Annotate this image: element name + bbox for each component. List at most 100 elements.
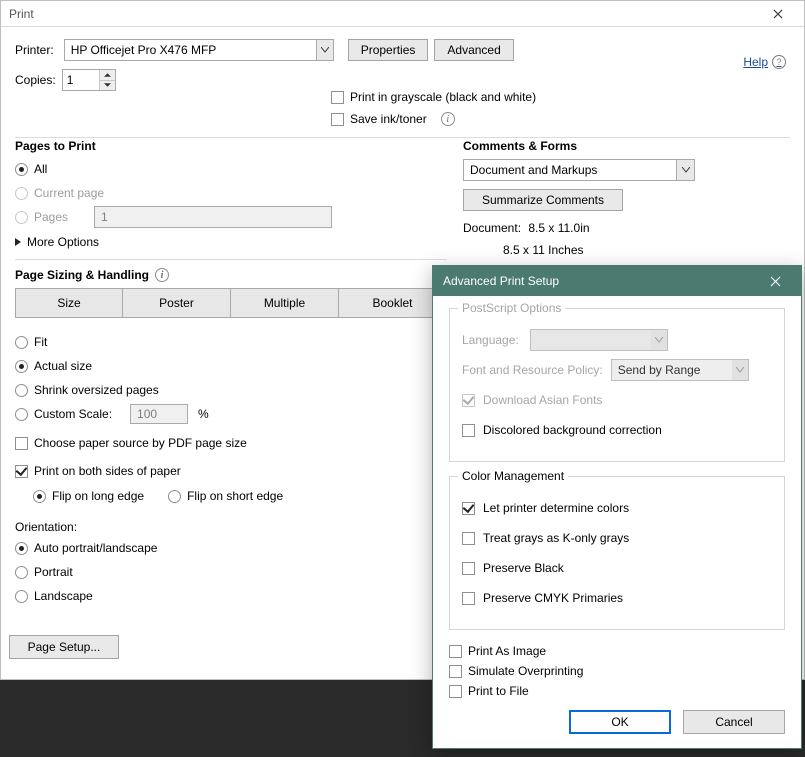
comments-select[interactable]: Document and Markups bbox=[463, 159, 695, 181]
flip-long-label: Flip on long edge bbox=[52, 489, 144, 503]
printer-dropdown-button[interactable] bbox=[316, 40, 333, 60]
comments-dropdown-button[interactable] bbox=[676, 160, 694, 180]
advanced-titlebar: Advanced Print Setup bbox=[433, 266, 801, 296]
ps-download-label: Download Asian Fonts bbox=[483, 393, 602, 407]
cm-let-checkbox[interactable] bbox=[462, 502, 475, 515]
custom-label: Custom Scale: bbox=[34, 407, 112, 421]
cm-cmyk-checkbox[interactable] bbox=[462, 592, 475, 605]
advanced-print-setup-dialog: Advanced Print Setup PostScript Options … bbox=[432, 265, 802, 749]
more-options-toggle[interactable]: More Options bbox=[15, 235, 447, 249]
close-icon bbox=[773, 9, 783, 19]
copies-spinner[interactable] bbox=[62, 69, 116, 91]
orient-auto-label: Auto portrait/landscape bbox=[34, 541, 157, 555]
postscript-options-legend: PostScript Options bbox=[458, 301, 565, 315]
orient-portrait-label: Portrait bbox=[34, 565, 73, 579]
orient-landscape-label: Landscape bbox=[34, 589, 93, 603]
copies-up-button[interactable] bbox=[100, 70, 115, 81]
cm-gray-checkbox[interactable] bbox=[462, 532, 475, 545]
flip-short-radio[interactable] bbox=[168, 490, 181, 503]
custom-scale-field[interactable] bbox=[130, 404, 188, 424]
close-icon bbox=[770, 276, 781, 287]
flip-long-radio[interactable] bbox=[33, 490, 46, 503]
pages-current-label: Current page bbox=[34, 186, 104, 200]
ps-font-select: Send by Range bbox=[611, 359, 749, 381]
pages-current-radio[interactable] bbox=[15, 187, 28, 200]
ok-button[interactable]: OK bbox=[569, 710, 671, 734]
print-file-checkbox[interactable] bbox=[449, 685, 462, 698]
seg-poster-button[interactable]: Poster bbox=[123, 288, 231, 318]
simulate-checkbox[interactable] bbox=[449, 665, 462, 678]
orientation-title: Orientation: bbox=[15, 520, 447, 534]
seg-multiple-button[interactable]: Multiple bbox=[231, 288, 339, 318]
advanced-close-button[interactable] bbox=[755, 267, 795, 295]
comments-value: Document and Markups bbox=[464, 163, 676, 177]
print-title: Print bbox=[9, 7, 34, 21]
seg-size-button[interactable]: Size bbox=[15, 288, 123, 318]
document-sub: 8.5 x 11 Inches bbox=[463, 243, 789, 257]
orient-landscape-radio[interactable] bbox=[15, 590, 28, 603]
grayscale-checkbox[interactable] bbox=[331, 91, 344, 104]
more-options-label: More Options bbox=[27, 235, 99, 249]
cm-gray-label: Treat grays as K-only grays bbox=[483, 531, 629, 545]
page-setup-button[interactable]: Page Setup... bbox=[9, 635, 119, 659]
pct-label: % bbox=[198, 407, 209, 421]
actual-radio[interactable] bbox=[15, 360, 28, 373]
copies-value[interactable] bbox=[63, 70, 99, 90]
sizing-info-icon[interactable]: i bbox=[155, 268, 169, 282]
advanced-title: Advanced Print Setup bbox=[443, 274, 559, 288]
orient-auto-radio[interactable] bbox=[15, 542, 28, 555]
actual-label: Actual size bbox=[34, 359, 92, 373]
saveink-info-icon[interactable]: i bbox=[441, 112, 455, 126]
print-close-button[interactable] bbox=[758, 3, 798, 25]
saveink-checkbox[interactable] bbox=[331, 113, 344, 126]
pages-to-print-title: Pages to Print bbox=[15, 139, 447, 153]
pages-all-radio[interactable] bbox=[15, 163, 28, 176]
orient-portrait-radio[interactable] bbox=[15, 566, 28, 579]
pages-range-label: Pages bbox=[34, 210, 68, 224]
help-icon: ? bbox=[772, 55, 786, 69]
advanced-button[interactable]: Advanced bbox=[434, 39, 513, 61]
seg-booklet-button[interactable]: Booklet bbox=[339, 288, 447, 318]
printer-select[interactable] bbox=[64, 39, 334, 61]
cm-cmyk-label: Preserve CMYK Primaries bbox=[483, 591, 623, 605]
cm-black-label: Preserve Black bbox=[483, 561, 564, 575]
help-link[interactable]: Help ? bbox=[743, 55, 786, 69]
chevron-down-icon bbox=[651, 330, 667, 350]
caret-right-icon bbox=[15, 238, 21, 246]
simulate-label: Simulate Overprinting bbox=[468, 664, 583, 678]
grayscale-label: Print in grayscale (black and white) bbox=[350, 90, 536, 104]
pages-range-field[interactable] bbox=[94, 206, 332, 228]
print-image-label: Print As Image bbox=[468, 644, 546, 658]
cm-black-checkbox[interactable] bbox=[462, 562, 475, 575]
copies-down-button[interactable] bbox=[100, 81, 115, 91]
ps-discolored-label: Discolored background correction bbox=[483, 423, 662, 437]
choose-paper-label: Choose paper source by PDF page size bbox=[34, 436, 247, 450]
shrink-radio[interactable] bbox=[15, 384, 28, 397]
print-titlebar: Print bbox=[1, 1, 804, 27]
choose-paper-checkbox[interactable] bbox=[15, 437, 28, 450]
printer-value[interactable] bbox=[65, 40, 316, 60]
both-sides-label: Print on both sides of paper bbox=[34, 464, 181, 478]
comments-title: Comments & Forms bbox=[463, 139, 789, 153]
print-image-checkbox[interactable] bbox=[449, 645, 462, 658]
ps-language-label: Language: bbox=[462, 333, 522, 347]
fit-radio[interactable] bbox=[15, 336, 28, 349]
document-value: 8.5 x 11.0in bbox=[528, 221, 589, 235]
color-management-group: Color Management Let printer determine c… bbox=[449, 476, 785, 630]
saveink-label: Save ink/toner bbox=[350, 112, 427, 126]
fit-label: Fit bbox=[34, 335, 47, 349]
cm-let-label: Let printer determine colors bbox=[483, 501, 629, 515]
ps-font-label: Font and Resource Policy: bbox=[462, 363, 603, 377]
pages-range-radio[interactable] bbox=[15, 211, 28, 224]
ps-download-checkbox bbox=[462, 394, 475, 407]
both-sides-checkbox[interactable] bbox=[15, 465, 28, 478]
custom-radio[interactable] bbox=[15, 408, 28, 421]
ps-discolored-checkbox[interactable] bbox=[462, 424, 475, 437]
postscript-options-group: PostScript Options Language: Font and Re… bbox=[449, 308, 785, 462]
copies-label: Copies: bbox=[15, 73, 56, 87]
properties-button[interactable]: Properties bbox=[348, 39, 429, 61]
summarize-comments-button[interactable]: Summarize Comments bbox=[463, 189, 623, 211]
cancel-button[interactable]: Cancel bbox=[683, 710, 785, 734]
flip-short-label: Flip on short edge bbox=[187, 489, 283, 503]
printer-label: Printer: bbox=[15, 43, 54, 57]
